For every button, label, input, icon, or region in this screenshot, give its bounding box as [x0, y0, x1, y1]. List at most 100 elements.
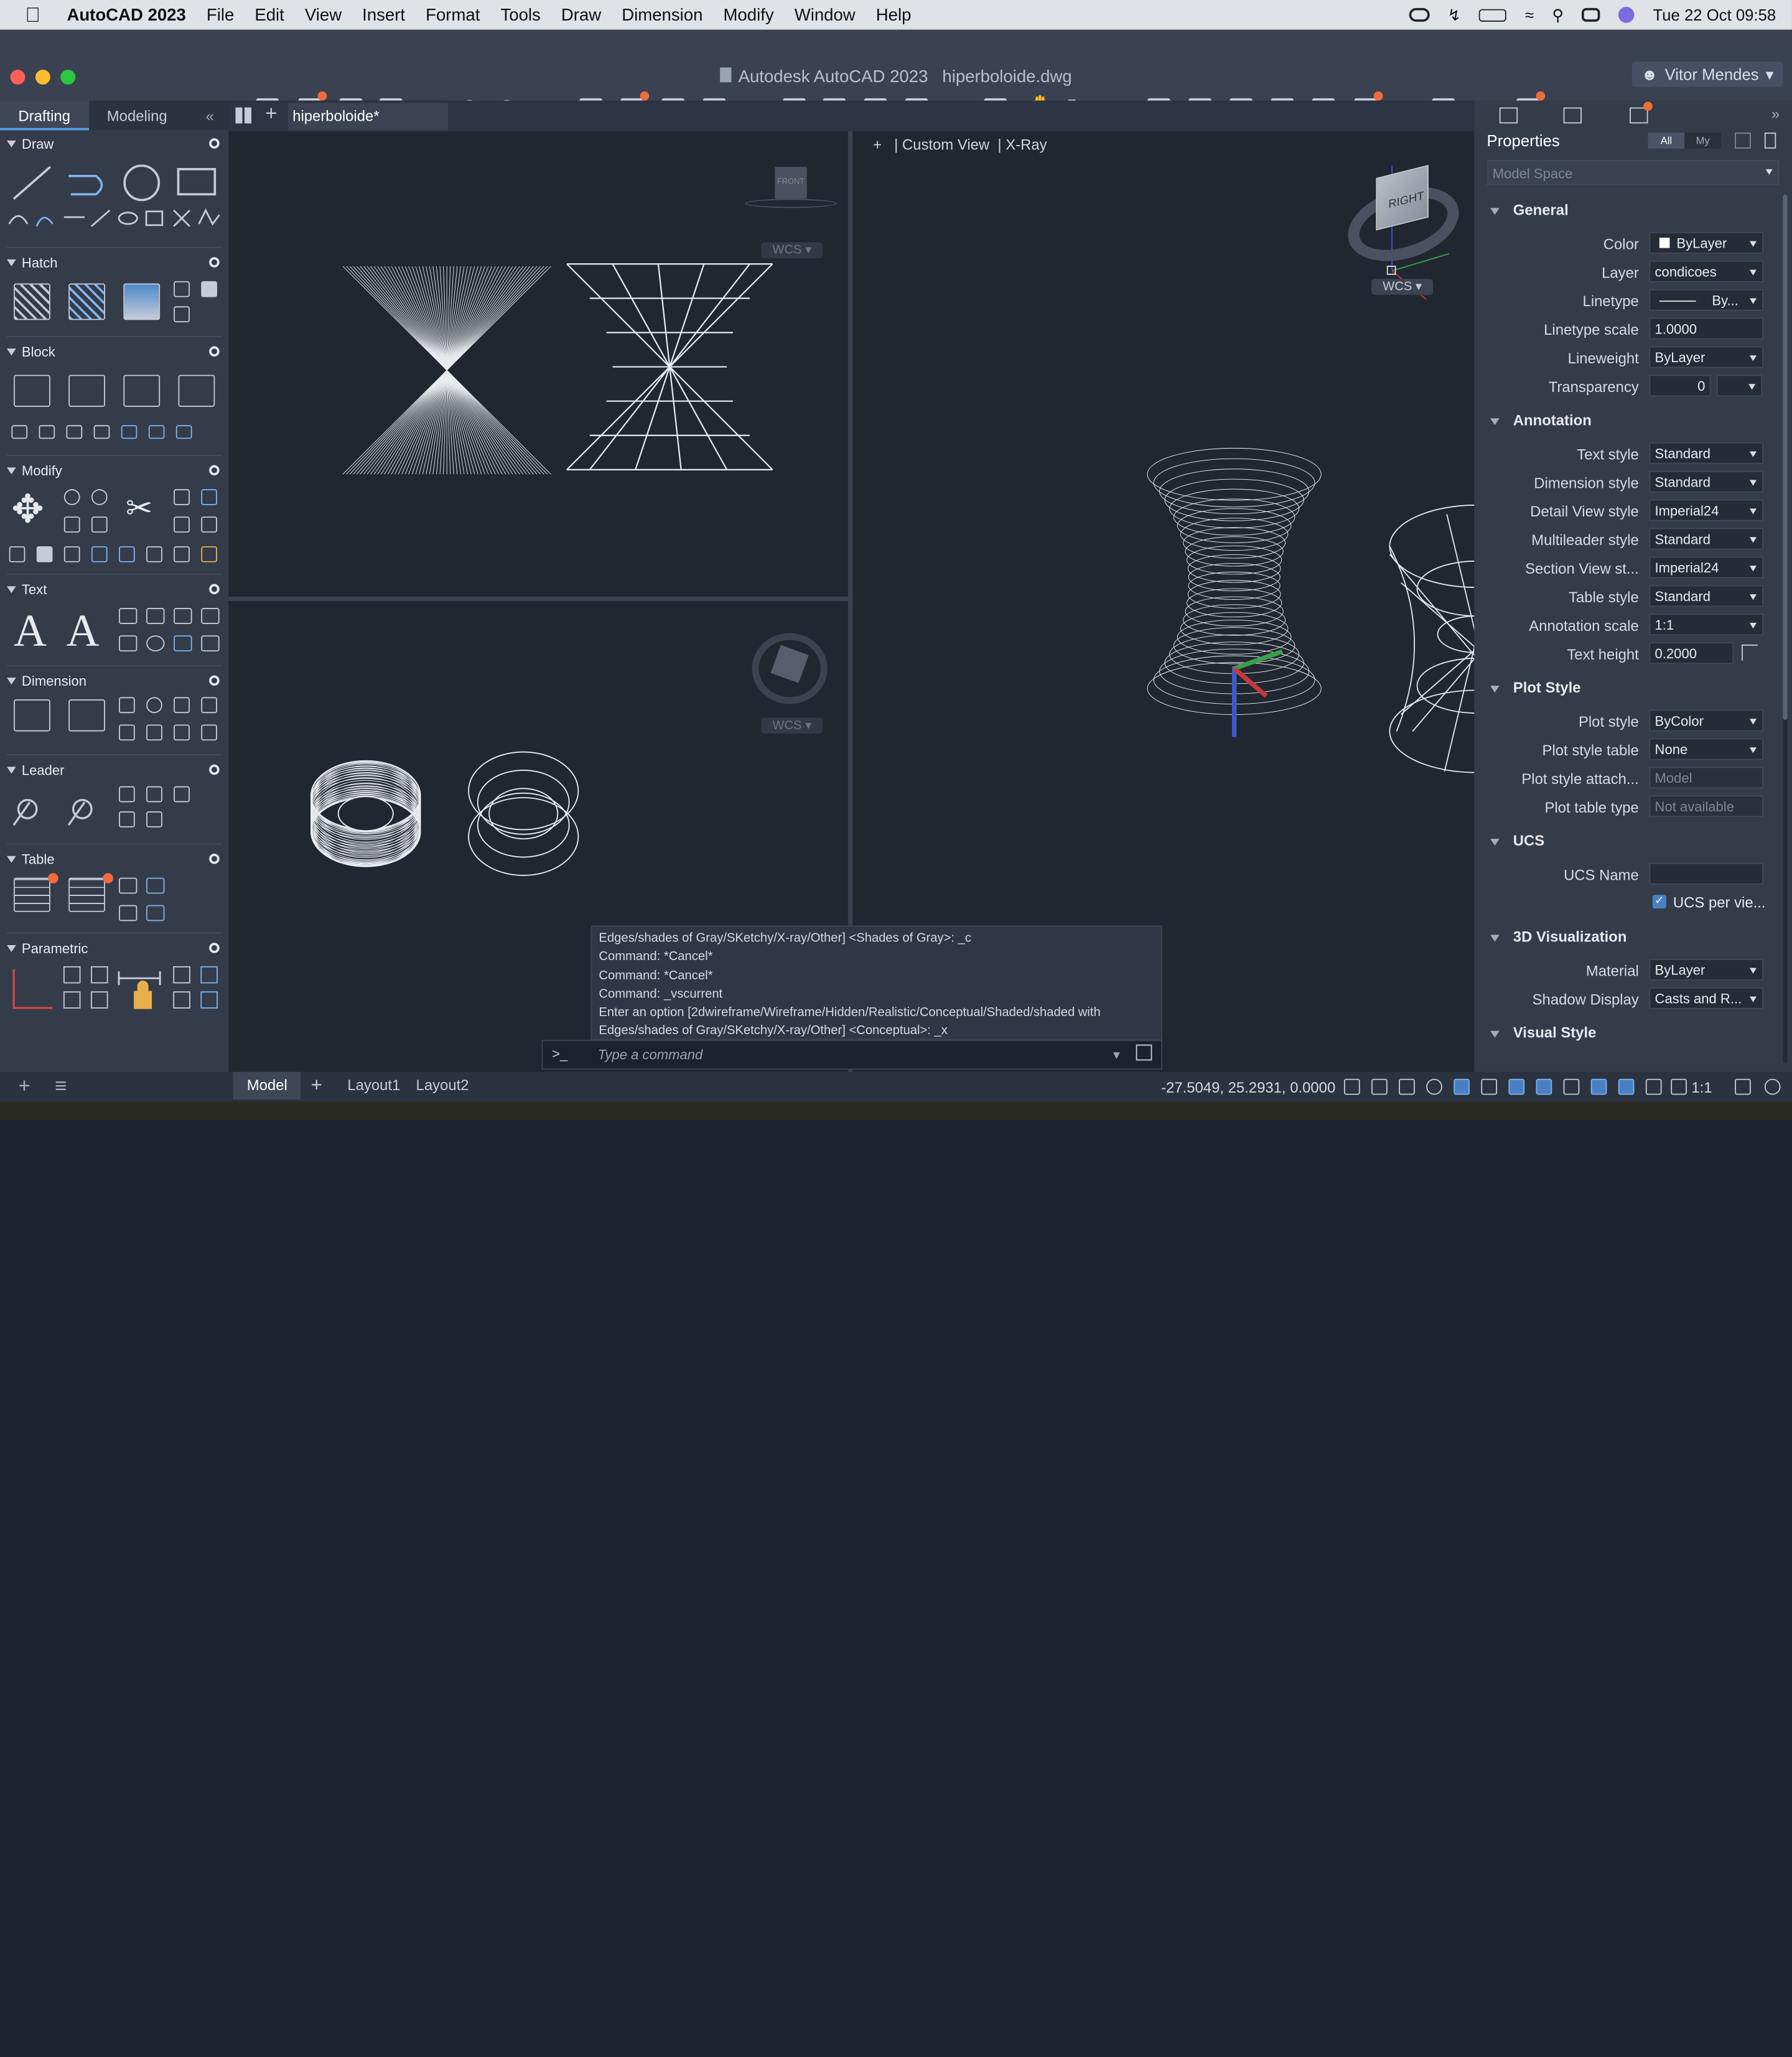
- block-tool-icon[interactable]: [11, 425, 28, 439]
- create-block-icon[interactable]: [68, 375, 105, 407]
- text-style-dropdown[interactable]: Standard: [1649, 442, 1764, 464]
- text-tool-icon[interactable]: [119, 608, 138, 624]
- viewport-divider-horizontal[interactable]: [228, 596, 853, 602]
- table-tool-icon[interactable]: [119, 905, 138, 921]
- table-style-dropdown[interactable]: Standard: [1649, 585, 1764, 607]
- grid-view-icon[interactable]: [235, 107, 252, 124]
- transparency-icon[interactable]: [1508, 1078, 1525, 1095]
- selection-cycling-icon[interactable]: [1536, 1078, 1552, 1095]
- 3d-osnap-icon[interactable]: [1563, 1078, 1580, 1095]
- text-height-field[interactable]: 0.2000: [1649, 642, 1734, 665]
- gear-icon[interactable]: [209, 465, 220, 476]
- hatch-icon[interactable]: [14, 283, 50, 320]
- battery-icon[interactable]: [1479, 8, 1507, 21]
- block-tool-icon[interactable]: [148, 425, 165, 439]
- clock[interactable]: Tue 22 Oct 09:58: [1653, 6, 1776, 24]
- insert-block-icon[interactable]: [14, 375, 50, 407]
- modify-tool-icon[interactable]: [9, 546, 26, 562]
- rotate-icon[interactable]: [91, 489, 108, 505]
- selection-dropdown[interactable]: Model Space: [1486, 160, 1780, 185]
- group-3d-visualization[interactable]: 3D Visualization: [1490, 928, 1627, 945]
- coordinates-readout[interactable]: -27.5049, 25.2931, 0.0000: [1161, 1079, 1335, 1096]
- text-style-icon[interactable]: A: [67, 604, 100, 657]
- ucs-name-field[interactable]: [1649, 862, 1764, 885]
- mirror-icon[interactable]: [63, 516, 80, 533]
- dim-tool-icon[interactable]: [119, 697, 135, 714]
- gear-icon[interactable]: [209, 854, 220, 864]
- block-tool-icon[interactable]: [121, 425, 138, 439]
- modify-tool-icon[interactable]: [201, 546, 217, 562]
- annotation-scale-icon[interactable]: [1671, 1078, 1687, 1095]
- array-icon[interactable]: [201, 489, 217, 505]
- material-dropdown[interactable]: ByLayer: [1649, 958, 1764, 981]
- tab-modeling[interactable]: Modeling: [88, 101, 185, 131]
- apple-icon[interactable]: : [0, 3, 51, 27]
- bluetooth-icon[interactable]: ↯: [1447, 5, 1461, 24]
- text-tool-icon[interactable]: [119, 635, 138, 651]
- dim-tool-icon[interactable]: [174, 724, 190, 741]
- section-leader[interactable]: Leader: [0, 761, 228, 779]
- dim-tool-icon[interactable]: [119, 724, 135, 741]
- group-visual-style[interactable]: Visual Style: [1490, 1024, 1597, 1042]
- annotation-visibility-icon[interactable]: [1618, 1078, 1635, 1095]
- dim-tool-icon[interactable]: [146, 697, 162, 714]
- command-input[interactable]: >_ Type a command ▾: [541, 1040, 1162, 1070]
- menu-format[interactable]: Format: [416, 5, 490, 24]
- wifi-icon[interactable]: ≈: [1525, 6, 1534, 24]
- menu-view[interactable]: View: [294, 5, 352, 24]
- gear-icon[interactable]: [209, 764, 220, 775]
- command-history-dropdown-icon[interactable]: ▾: [1113, 1047, 1120, 1063]
- table-style-icon[interactable]: [68, 877, 105, 912]
- linetype-dropdown[interactable]: By...: [1649, 289, 1764, 311]
- gear-icon[interactable]: [209, 675, 220, 686]
- group-annotation[interactable]: Annotation: [1490, 411, 1592, 429]
- section-text[interactable]: Text: [0, 581, 228, 599]
- move-icon[interactable]: ✥: [11, 487, 44, 532]
- detail-view-style-dropdown[interactable]: Imperial24: [1649, 499, 1764, 521]
- section-view-style-dropdown[interactable]: Imperial24: [1649, 556, 1764, 579]
- leader-tool-icon[interactable]: [146, 811, 162, 828]
- properties-tab-icon[interactable]: [1499, 107, 1518, 124]
- multileader-style-dropdown[interactable]: Standard: [1649, 528, 1764, 550]
- menu-draw[interactable]: Draw: [551, 5, 611, 24]
- modify-tool-icon[interactable]: [119, 546, 135, 562]
- dynamic-ucs-icon[interactable]: [1590, 1078, 1607, 1095]
- wipeout-icon[interactable]: [201, 281, 217, 297]
- pick-add-icon[interactable]: [1764, 133, 1776, 149]
- table-icon[interactable]: [14, 877, 50, 912]
- command-prompt[interactable]: >_: [552, 1046, 567, 1062]
- user-menu[interactable]: ☻ Vitor Mendes ▾: [1631, 62, 1783, 87]
- section-block[interactable]: Block: [0, 343, 228, 361]
- stretch-icon[interactable]: [91, 516, 108, 533]
- text-tool-icon[interactable]: [174, 635, 192, 651]
- gear-icon[interactable]: [209, 943, 220, 953]
- plot-style-table-dropdown[interactable]: None: [1649, 738, 1764, 760]
- offset-icon[interactable]: [174, 516, 190, 533]
- workspace-icon[interactable]: [1735, 1078, 1751, 1095]
- menu-modify[interactable]: Modify: [713, 5, 784, 24]
- menu-insert[interactable]: Insert: [352, 5, 416, 24]
- linetype-scale-field[interactable]: 1.0000: [1649, 317, 1764, 340]
- drawing-area[interactable]: + hiperboloide* FRONT WCS ▾ WCS ▾ + | Cu…: [228, 100, 1475, 1072]
- section-modify[interactable]: Modify: [0, 462, 228, 480]
- pick-point-icon[interactable]: [1742, 644, 1758, 661]
- text-tool-icon[interactable]: [174, 608, 192, 624]
- menu-file[interactable]: File: [196, 5, 244, 24]
- gear-icon[interactable]: [209, 584, 220, 595]
- share-command-icon[interactable]: [1136, 1044, 1152, 1061]
- filter-all-button[interactable]: All: [1648, 133, 1685, 149]
- transparency-field[interactable]: 0: [1649, 375, 1711, 397]
- group-plot-style[interactable]: Plot Style: [1490, 679, 1581, 696]
- modify-tool-icon[interactable]: [91, 546, 108, 562]
- add-layout-icon[interactable]: +: [311, 1074, 322, 1097]
- section-parametric[interactable]: Parametric: [0, 940, 228, 958]
- section-table[interactable]: Table: [0, 851, 228, 869]
- dimension-style-dropdown[interactable]: Standard: [1649, 470, 1764, 493]
- auto-scale-icon[interactable]: [1645, 1078, 1662, 1095]
- hatch-edit-icon[interactable]: [174, 306, 190, 322]
- menu-tools[interactable]: Tools: [490, 5, 551, 24]
- section-hatch[interactable]: Hatch: [0, 254, 228, 272]
- leader-tool-icon[interactable]: [174, 786, 190, 803]
- quick-dimension-icon[interactable]: [68, 699, 105, 732]
- layers-tab-icon[interactable]: [1563, 107, 1582, 124]
